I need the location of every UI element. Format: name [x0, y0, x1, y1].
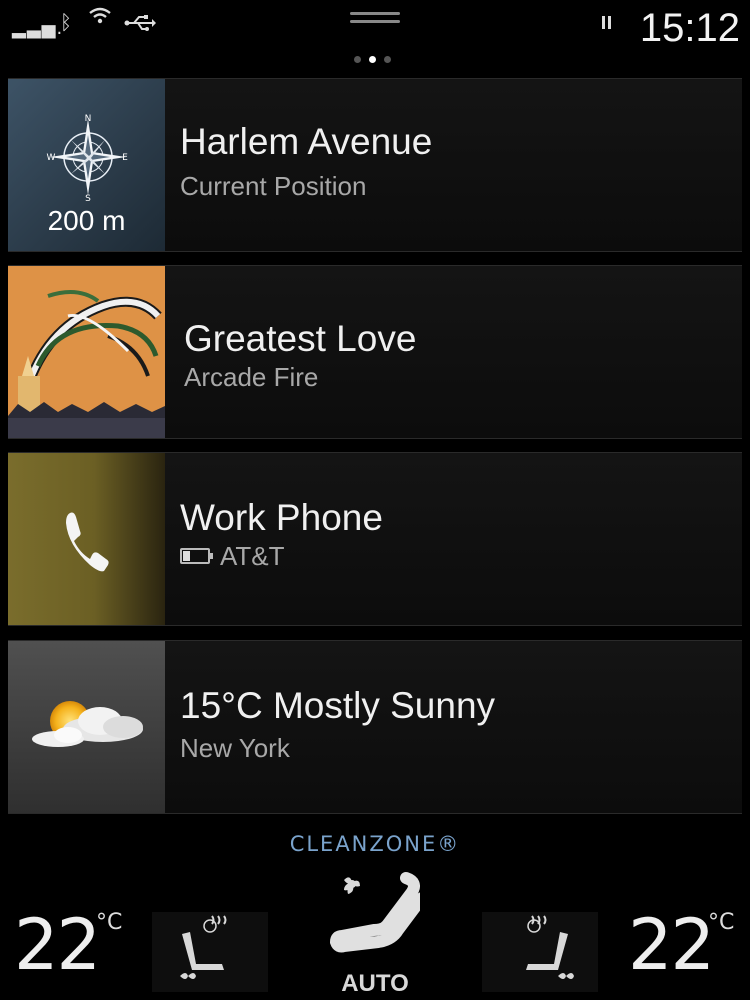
wifi-icon — [88, 6, 112, 30]
weather-title: 15°C Mostly Sunny — [180, 685, 496, 726]
weather-tile[interactable] — [8, 641, 165, 813]
pause-icon[interactable] — [602, 16, 612, 29]
left-temperature-unit: °C — [96, 910, 123, 935]
right-temperature-unit: °C — [708, 910, 735, 935]
phone-carrier: AT&T — [180, 541, 285, 572]
navigation-title: Harlem Avenue — [180, 121, 433, 162]
bluetooth-icon: ᛒ — [60, 10, 72, 34]
compass-north: N — [85, 114, 92, 124]
page-dot-3[interactable] — [384, 56, 391, 63]
battery-icon — [180, 548, 213, 565]
track-artist: Arcade Fire — [184, 362, 319, 392]
phone-title: Work Phone — [180, 497, 383, 538]
right-temperature[interactable]: 22 — [628, 904, 715, 986]
right-seat-heat-button[interactable] — [482, 912, 598, 992]
phone-card[interactable]: Work Phone AT&T — [8, 452, 742, 626]
phone-tile[interactable] — [8, 453, 165, 625]
seat-climate-icon — [526, 915, 574, 979]
usb-icon — [124, 12, 156, 36]
compass-east: E — [122, 153, 128, 163]
distance-label: 200 m — [47, 205, 126, 236]
album-art[interactable] — [8, 266, 165, 438]
phone-icon — [66, 512, 109, 572]
pull-down-handle[interactable] — [350, 12, 400, 24]
album-art-icon — [8, 266, 165, 438]
weather-card[interactable]: 15°C Mostly Sunny New York — [8, 640, 742, 814]
clock: 15:12 — [639, 6, 740, 50]
status-bar: ▂▃▅. ᛒ 15:12 — [0, 0, 750, 70]
page-indicator — [354, 56, 394, 64]
signal-icon: ▂▃▅. — [12, 18, 64, 39]
partly-sunny-icon — [32, 701, 143, 747]
navigation-subtitle: Current Position — [180, 171, 367, 201]
compass-south: S — [85, 194, 91, 204]
carrier-label: AT&T — [220, 541, 285, 571]
fan-button[interactable] — [329, 870, 428, 970]
navigation-card[interactable]: N S E W 200 m Harlem Avenue Current Posi… — [8, 78, 742, 252]
track-title: Greatest Love — [184, 318, 417, 359]
media-card[interactable]: Greatest Love Arcade Fire — [8, 265, 742, 439]
weather-location: New York — [180, 733, 290, 763]
compass-west: W — [47, 153, 56, 163]
page-dot-2[interactable] — [369, 56, 376, 63]
fan-airflow-icon — [329, 872, 428, 953]
page-dot-1[interactable] — [354, 56, 361, 63]
navigation-tile[interactable]: N S E W 200 m — [8, 79, 165, 251]
cleanzone-label[interactable]: CLEANZONE® — [0, 832, 750, 856]
